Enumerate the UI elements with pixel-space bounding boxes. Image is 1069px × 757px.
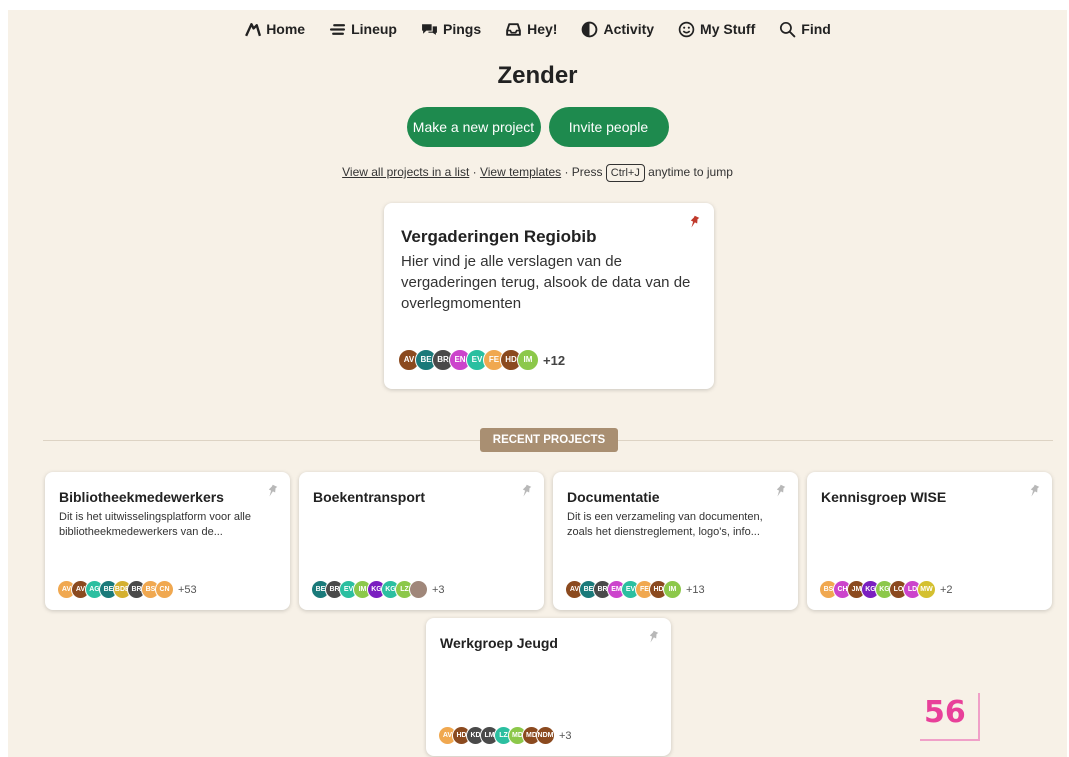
nav-lineup-label: Lineup (351, 21, 397, 37)
featured-avatars: AV BE BR EN EV FE HD IM +12 (398, 349, 565, 371)
pin-icon[interactable] (266, 484, 278, 498)
project-card[interactable]: Documentatie Dit is een verzameling van d… (553, 472, 798, 610)
home-icon (245, 22, 262, 36)
lineup-icon (330, 23, 346, 35)
nav-hey[interactable]: Hey! (505, 21, 557, 38)
project-avatars: BS CH JM KG KG LO LD MW +2 (819, 580, 953, 599)
more-people-count: +2 (940, 583, 953, 596)
nav-lineup[interactable]: Lineup (329, 21, 397, 38)
project-title: Werkgroep Jeugd (440, 635, 558, 651)
nav-hey-label: Hey! (527, 21, 558, 37)
action-buttons: Make a new project Invite people (8, 107, 1067, 147)
pings-icon (422, 23, 437, 35)
more-people-count: +13 (686, 583, 705, 596)
project-card[interactable]: Boekentransport BE BR EV IM KG KG LZ +3 (299, 472, 544, 610)
search-icon (780, 21, 796, 37)
make-new-project-button[interactable]: Make a new project (406, 107, 541, 147)
page-number: 56 (924, 695, 966, 730)
featured-project-card[interactable]: Vergaderingen Regiobib Hier vind je alle… (384, 203, 714, 389)
hint-press: · Press (561, 165, 606, 179)
nav-pings[interactable]: Pings (421, 21, 481, 38)
navigation-hint: View all projects in a list · View templ… (8, 164, 1067, 182)
project-card[interactable]: Bibliotheekmedewerkers Dit is het uitwiss… (45, 472, 290, 610)
app-window: Home Lineup Pings Hey! Activity My Stuff… (8, 10, 1067, 757)
avatar[interactable] (409, 580, 428, 599)
recent-projects-label: RECENT PROJECTS (480, 428, 618, 452)
project-title: Kennisgroep WISE (821, 489, 947, 505)
account-title: Zender (497, 62, 578, 89)
smiley-icon (678, 21, 695, 37)
nav-pings-label: Pings (442, 21, 482, 37)
nav-my-stuff[interactable]: My Stuff (678, 21, 755, 38)
project-description: Hier vind je alle verslagen van de verga… (401, 253, 691, 312)
project-avatars: BE BR EV IM KG KG LZ +3 (311, 580, 445, 599)
nav-home-label: Home (266, 21, 306, 37)
top-nav: Home Lineup Pings Hey! Activity My Stuff… (8, 10, 1067, 48)
avatar[interactable]: IM (517, 349, 539, 371)
project-title: Documentatie (567, 489, 660, 505)
hint-separator: · (469, 165, 480, 179)
invite-people-button[interactable]: Invite people (548, 107, 669, 147)
hint-suffix: anytime to jump (644, 165, 733, 179)
avatar[interactable]: NDM (536, 726, 555, 745)
more-people-count: +53 (178, 583, 197, 596)
more-people-count: +3 (559, 729, 572, 742)
hey-icon (506, 22, 521, 36)
view-templates-link[interactable]: View templates (480, 165, 561, 179)
project-title: Vergaderingen Regiobib (401, 227, 597, 246)
project-avatars: AV BE BR EM EV FE HD IM +13 (565, 580, 705, 599)
project-description: Dit is een verzameling van documenten, z… (567, 511, 763, 538)
avatar[interactable]: IM (663, 580, 682, 599)
project-avatars: AV AV AG BE BDB BR BS CN +53 (57, 580, 197, 599)
project-title: Bibliotheekmedewerkers (59, 489, 224, 505)
more-people-count: +3 (432, 583, 445, 596)
nav-home[interactable]: Home (244, 21, 305, 38)
pin-icon[interactable] (647, 630, 659, 644)
nav-activity-label: Activity (603, 21, 655, 37)
pin-icon[interactable] (520, 484, 532, 498)
more-people-count: +12 (543, 352, 566, 368)
project-title: Boekentransport (313, 489, 426, 505)
view-all-projects-link[interactable]: View all projects in a list (342, 165, 469, 179)
nav-find[interactable]: Find (779, 21, 831, 38)
avatar[interactable]: CN (155, 580, 174, 599)
page-number-badge: 56 (920, 693, 980, 741)
project-card[interactable]: Kennisgroep WISE BS CH JM KG KG LO LD MW +2 (807, 472, 1052, 610)
activity-icon (582, 21, 598, 37)
shortcut-key: Ctrl+J (605, 164, 645, 182)
nav-activity[interactable]: Activity (581, 21, 654, 38)
pin-icon[interactable] (1028, 484, 1040, 498)
pin-icon[interactable] (688, 215, 700, 229)
project-description: Dit is het uitwisselingsplatform voor al… (59, 511, 251, 538)
project-card[interactable]: Werkgroep Jeugd AV HD KD LM LZ MD MD NDM +3 (426, 618, 671, 756)
pin-icon[interactable] (774, 484, 786, 498)
nav-find-label: Find (801, 21, 831, 37)
project-avatars: AV HD KD LM LZ MD MD NDM +3 (438, 726, 572, 745)
nav-my-stuff-label: My Stuff (700, 21, 756, 37)
avatar[interactable]: MW (917, 580, 936, 599)
